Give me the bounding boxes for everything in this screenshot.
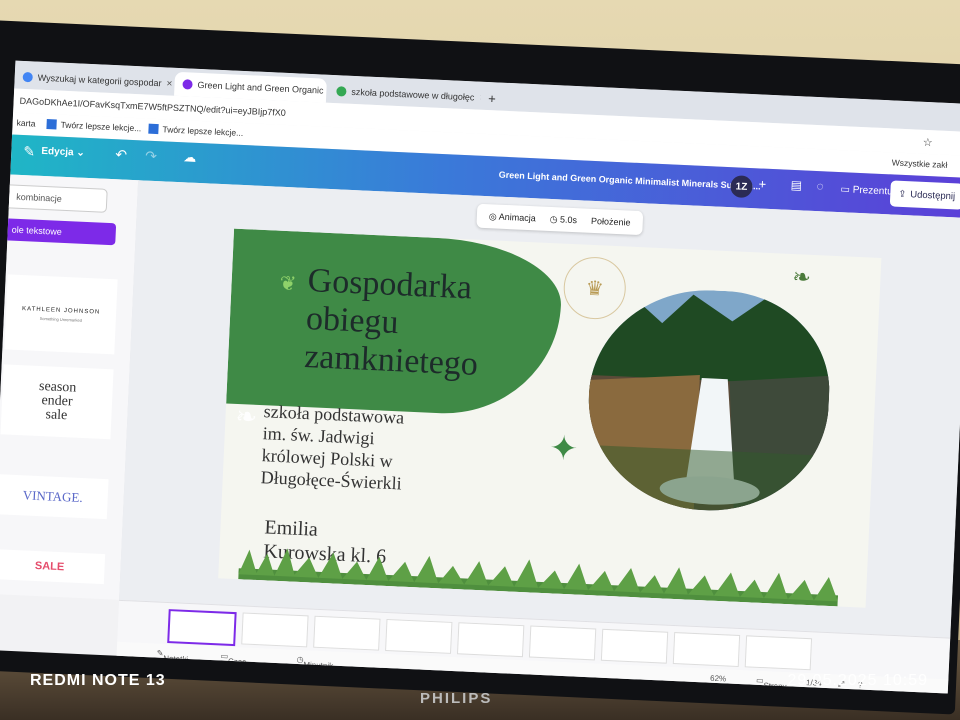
duration-button[interactable]: ▭ Czas trwania	[220, 651, 253, 675]
timer-button[interactable]: ◷ Minutnik	[296, 655, 333, 671]
bookmark-icon	[46, 119, 57, 130]
thumbnail-text: sale	[45, 407, 68, 424]
thumbnail-subtext: Something Unremarked	[39, 315, 83, 323]
animate-button[interactable]: ◎ Animacja	[489, 211, 536, 224]
page-thumbnail[interactable]	[167, 609, 237, 647]
template-thumbnail[interactable]: KATHLEEN JOHNSON Something Unremarked	[4, 274, 118, 355]
tab-title: Wyszukaj w kategorii gospodar	[37, 72, 162, 89]
canva-icon	[182, 79, 193, 90]
new-tab-button[interactable]: +	[480, 86, 505, 111]
search-placeholder: kombinacje	[16, 191, 62, 204]
waterfall-photo[interactable]	[583, 285, 834, 516]
plus-icon[interactable]: +	[758, 176, 766, 191]
comment-icon[interactable]: ◌	[816, 179, 824, 193]
tab-title: szkoła podstawowe w długołęc	[351, 86, 475, 103]
bookmark-item[interactable]: Twórz lepsze lekcje...	[148, 123, 244, 138]
search-input[interactable]: kombinacje	[0, 183, 108, 213]
page-thumbnail[interactable]	[672, 632, 741, 667]
star-icon[interactable]: ☆	[923, 135, 933, 148]
present-label: Prezentuj	[852, 184, 896, 198]
leaf-branch-icon: ❧	[234, 400, 259, 432]
animate-label: Animacja	[498, 211, 536, 223]
thumbnail-text: VINTAGE.	[22, 487, 84, 506]
notes-button[interactable]: ✎ Notatki	[157, 649, 189, 664]
page-thumbnail[interactable]	[385, 618, 453, 654]
page-thumbnail[interactable]	[241, 612, 309, 648]
bookmark-icon	[148, 123, 159, 135]
phone-watermark: REDMI NOTE 13	[30, 672, 166, 689]
cloud-icon[interactable]: ☁	[183, 149, 197, 166]
text-styles-button[interactable]: ole tekstowe	[1, 218, 117, 246]
page-thumbnail[interactable]	[456, 622, 525, 658]
photo-timestamp: 29.05.2025 10:59	[787, 672, 928, 689]
google-icon	[22, 71, 33, 83]
page-thumbnail[interactable]	[528, 625, 597, 661]
avatar[interactable]: 1Z	[730, 175, 753, 199]
template-thumbnail[interactable]: season ender sale	[0, 364, 114, 440]
template-thumbnail[interactable]: SALE	[0, 549, 106, 585]
position-button[interactable]: Położenie	[591, 216, 631, 228]
share-icon: ⇪	[898, 188, 907, 200]
present-icon: ▭	[840, 184, 851, 196]
duration-label: 5.0s	[559, 213, 578, 225]
duration-button[interactable]: ◷ 5.0s	[549, 213, 577, 225]
element-context-toolbar: ◎ Animacja ◷ 5.0s Położenie	[476, 203, 644, 236]
undo-icon[interactable]: ↶	[115, 146, 127, 164]
title-line: zamknietego	[303, 337, 479, 383]
position-label: Położenie	[590, 215, 631, 228]
page-thumbnail[interactable]	[600, 628, 669, 664]
google-icon	[336, 86, 347, 97]
waterfall-image	[583, 285, 834, 516]
grass-decoration	[238, 548, 839, 607]
slide-subtitle[interactable]: szkoła podstawowa im. św. Jadwigi królow…	[260, 400, 405, 494]
page-thumbnail[interactable]	[313, 615, 381, 651]
slide-title[interactable]: Gospodarka obiegu zamknietego	[303, 262, 482, 384]
pages-button[interactable]: ▭ Strony	[756, 676, 787, 691]
thumbnail-text: SALE	[34, 559, 65, 574]
bookmark-item[interactable]: Twórz lepsze lekcje...	[46, 119, 142, 134]
leaf-branch-icon: ❧	[791, 264, 812, 290]
bookmark-label: karta	[16, 117, 36, 129]
all-bookmarks[interactable]: Wszystkie zakł	[892, 157, 948, 170]
document-title[interactable]: Green Light and Green Organic Minimalist…	[499, 170, 761, 192]
present-button[interactable]: ▭ Prezentuj	[840, 184, 895, 197]
elements-panel: kombinacje ole tekstowe KATHLEEN JOHNSON…	[0, 174, 140, 600]
pencil-icon: ✎	[23, 143, 36, 160]
leaf-icon: ❦	[279, 272, 297, 296]
thumbnail-text: KATHLEEN JOHNSON	[21, 305, 101, 316]
template-thumbnail[interactable]: VINTAGE.	[0, 474, 109, 520]
share-button[interactable]: ⇪ Udostępnij	[889, 180, 960, 210]
tab-title: Green Light and Green Organic	[197, 79, 324, 96]
edit-menu[interactable]: Edycja ⌄	[41, 146, 85, 159]
editor-canvas: ◎ Animacja ◷ 5.0s Położenie ❦ Gospodarka…	[119, 180, 960, 638]
sparkle-icon: ✦	[548, 429, 579, 469]
slide[interactable]: ❦ Gospodarka obiegu zamknietego ♛ ❧ ✦ ❧ …	[218, 228, 882, 608]
bookmark-label: Twórz lepsze lekcje...	[162, 124, 244, 138]
plus-icon: +	[487, 90, 497, 106]
bookmark-label: Twórz lepsze lekcje...	[60, 119, 142, 134]
analytics-icon[interactable]: ▤	[790, 178, 802, 193]
share-label: Udostępnij	[910, 188, 956, 202]
edit-label: Edycja	[41, 145, 74, 159]
monitor-screen: Wyszukaj w kategorii gospodar × Green Li…	[0, 60, 960, 694]
school-logo: ♛	[562, 255, 628, 321]
bookmark-item[interactable]: karta	[16, 118, 35, 129]
monitor-brand: PHILIPS	[420, 690, 493, 707]
page-thumbnail[interactable]	[744, 635, 813, 671]
redo-icon[interactable]: ↷	[145, 148, 157, 166]
button-label: ole tekstowe	[11, 224, 63, 237]
zoom-level[interactable]: 62%	[710, 674, 726, 684]
close-tab-icon[interactable]: ×	[166, 78, 172, 89]
bookmark-label: Wszystkie zakł	[891, 157, 948, 170]
